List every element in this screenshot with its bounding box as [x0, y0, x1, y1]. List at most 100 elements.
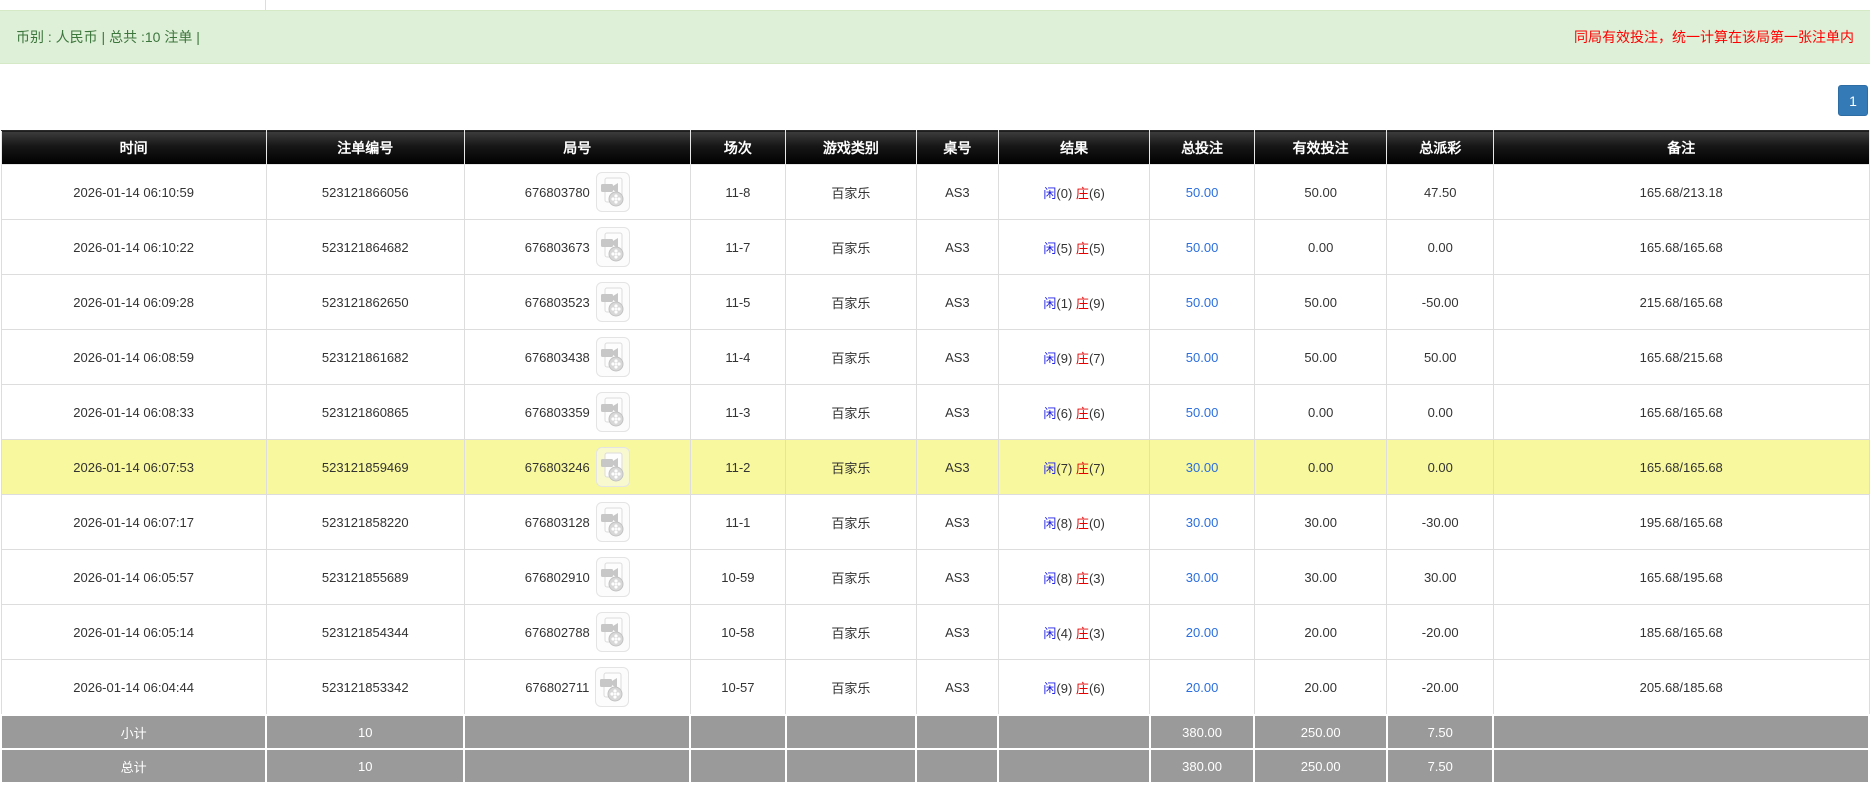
round-id-text: 676803128	[524, 514, 590, 530]
column-header-game-type: 游戏类别	[785, 130, 917, 165]
result-banker-label: 庄	[1075, 570, 1089, 586]
cell-bet-id: 523121866056	[265, 164, 465, 220]
video-replay-button[interactable]	[595, 337, 630, 377]
cell-session: 11-7	[689, 219, 787, 275]
result-player-label: 闲	[1043, 295, 1057, 311]
round-id-text: 676803438	[524, 349, 590, 365]
cell-table-no: AS3	[915, 604, 999, 660]
page-button-1[interactable]: 1	[1838, 85, 1868, 116]
total-bet-link[interactable]: 20.00	[1186, 625, 1219, 640]
result-player-score: (6)	[1056, 405, 1076, 421]
bet-records-page: 币别 : 人民币 | 总共 :10 注单 | 同局有效投注，统一计算在该局第一张…	[0, 0, 1870, 784]
result-banker-score: (9)	[1088, 295, 1105, 311]
video-replay-button[interactable]	[595, 447, 630, 487]
total-bet-link[interactable]: 20.00	[1186, 680, 1219, 695]
cell-table-no: AS3	[915, 164, 999, 220]
column-header-total-bet: 总投注	[1149, 130, 1255, 165]
result-banker-score: (6)	[1088, 185, 1105, 201]
result-banker-label: 庄	[1075, 460, 1089, 476]
cell-total-bet: 50.00	[1149, 384, 1255, 440]
cell-bet-id: 523121861682	[265, 329, 465, 385]
column-header-round-id: 局号	[463, 130, 691, 165]
table-row: 2026-01-14 06:07:17 523121858220 676803128…	[0, 494, 1870, 550]
cell-total-payout: 0.00	[1386, 384, 1494, 440]
video-replay-button[interactable]	[595, 502, 630, 542]
result-player-score: (4)	[1056, 625, 1076, 641]
cell-round-id: 676802910	[463, 549, 691, 605]
column-header-total-payout: 总派彩	[1386, 130, 1494, 165]
cell-total-payout: -30.00	[1386, 494, 1494, 550]
total-bet-link[interactable]: 30.00	[1186, 570, 1219, 585]
result-player-score: (8)	[1056, 515, 1076, 531]
total-bet-link[interactable]: 50.00	[1186, 240, 1219, 255]
cell-time: 2026-01-14 06:05:57	[0, 549, 267, 605]
video-replay-button[interactable]	[595, 557, 630, 597]
cell-game-type: 百家乐	[785, 439, 917, 495]
total-bet-link[interactable]: 50.00	[1186, 295, 1219, 310]
cell-result: 闲(6) 庄(6)	[997, 384, 1151, 440]
result-player-score: (1)	[1056, 295, 1076, 311]
video-replay-button[interactable]	[595, 282, 630, 322]
total-bet-link[interactable]: 50.00	[1186, 405, 1219, 420]
result-banker-score: (3)	[1088, 625, 1105, 641]
cell-total-payout: 0.00	[1386, 439, 1494, 495]
result-banker-score: (7)	[1088, 350, 1105, 366]
cell-total-bet: 20.00	[1149, 659, 1255, 716]
cell-session: 10-59	[689, 549, 787, 605]
video-replay-button[interactable]	[595, 667, 630, 707]
video-replay-button[interactable]	[595, 612, 630, 652]
result-banker-label: 庄	[1075, 405, 1089, 421]
cell-result: 闲(9) 庄(6)	[997, 659, 1151, 716]
result-player-score: (7)	[1056, 460, 1076, 476]
video-replay-button[interactable]	[595, 227, 630, 267]
cell-time: 2026-01-14 06:10:22	[0, 219, 267, 275]
cell-result: 闲(1) 庄(9)	[997, 274, 1151, 330]
cell-total-bet: 50.00	[1149, 164, 1255, 220]
cell-valid-bet: 50.00	[1253, 164, 1388, 220]
total-row-result	[997, 748, 1151, 784]
result-banker-score: (3)	[1088, 570, 1105, 586]
result-player-label: 闲	[1043, 625, 1057, 641]
cell-bet-id: 523121859469	[265, 439, 465, 495]
cell-result: 闲(9) 庄(7)	[997, 329, 1151, 385]
column-header-bet-id: 注单编号	[265, 130, 465, 165]
cell-session: 10-57	[689, 659, 787, 716]
cell-total-payout: 47.50	[1386, 164, 1494, 220]
total-row-time: 总计	[0, 748, 268, 784]
cell-time: 2026-01-14 06:07:53	[0, 439, 267, 495]
video-replay-button[interactable]	[595, 392, 630, 432]
round-id-text: 676803246	[524, 459, 590, 475]
round-id-text: 676803780	[524, 184, 590, 200]
cell-time: 2026-01-14 06:07:17	[0, 494, 267, 550]
total-bet-link[interactable]: 30.00	[1186, 460, 1219, 475]
video-replay-button[interactable]	[595, 172, 630, 212]
cell-game-type: 百家乐	[785, 659, 917, 716]
result-banker-label: 庄	[1075, 625, 1089, 641]
top-strip	[0, 0, 1870, 10]
result-player-label: 闲	[1043, 185, 1057, 201]
cell-table-no: AS3	[915, 439, 999, 495]
video-icon	[600, 672, 623, 702]
cell-total-bet: 30.00	[1149, 439, 1255, 495]
result-banker-score: (6)	[1088, 405, 1105, 421]
total-bet-link[interactable]: 50.00	[1186, 350, 1219, 365]
cell-total-payout: 50.00	[1386, 329, 1494, 385]
cell-valid-bet: 0.00	[1253, 439, 1388, 495]
table-row: 2026-01-14 06:08:33 523121860865 676803359…	[0, 384, 1870, 440]
round-id-text: 676803359	[524, 404, 590, 420]
total-bet-link[interactable]: 50.00	[1186, 185, 1219, 200]
table-footer: 小计 10 380.00 250.00 7.50 总计 10 380.00 250.00 7.50	[0, 714, 1870, 784]
cell-time: 2026-01-14 06:10:59	[0, 164, 267, 220]
video-icon	[600, 287, 624, 317]
cell-total-payout: -50.00	[1386, 274, 1494, 330]
subtotal-row-game-type	[784, 714, 918, 750]
cell-session: 11-8	[689, 164, 787, 220]
total-row-valid-bet: 250.00	[1253, 748, 1388, 784]
subtotal-row-time: 小计	[0, 714, 268, 750]
total-bet-link[interactable]: 30.00	[1186, 515, 1219, 530]
valid-bet-warning-text: 同局有效投注，统一计算在该局第一张注单内	[1574, 29, 1854, 45]
cell-table-no: AS3	[915, 219, 999, 275]
table-row-highlighted: 2026-01-14 06:07:53 523121859469 676803246…	[0, 439, 1870, 495]
round-id-text: 676802910	[524, 569, 590, 585]
round-id-text: 676803523	[524, 294, 590, 310]
